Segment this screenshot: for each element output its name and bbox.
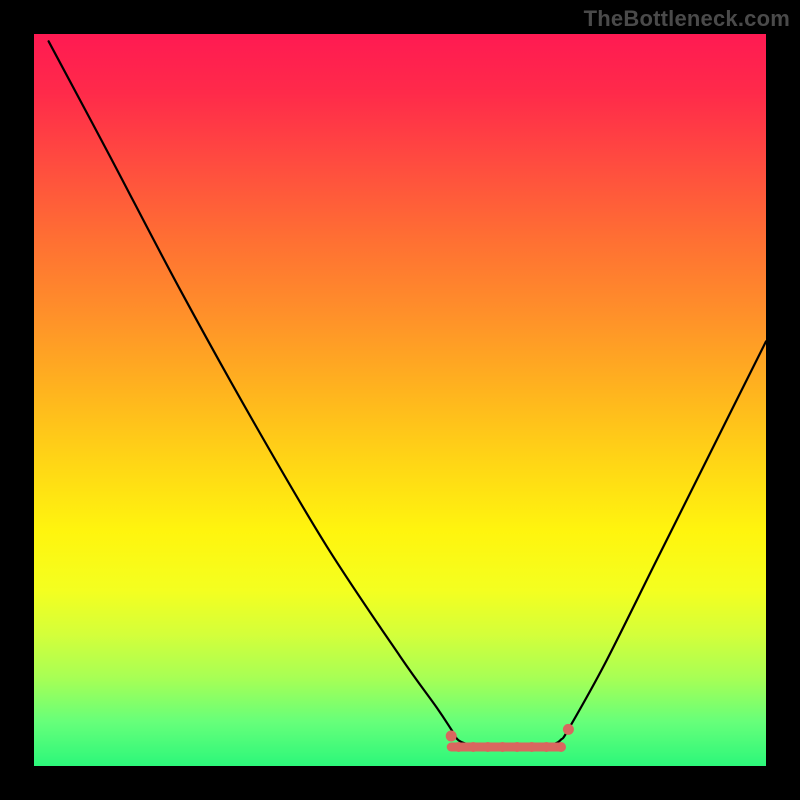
chart-frame: TheBottleneck.com	[0, 0, 800, 800]
watermark-text: TheBottleneck.com	[584, 6, 790, 32]
flat-region-dot	[541, 742, 551, 752]
flat-region-dot	[454, 742, 464, 752]
curve-end-marker-right	[563, 724, 574, 735]
flat-region-dot	[483, 742, 493, 752]
flat-region-dot	[527, 742, 537, 752]
flat-region-dot	[512, 742, 522, 752]
flat-region-dot	[556, 742, 566, 752]
curve-end-marker-left	[446, 731, 457, 742]
plot-area	[34, 34, 766, 766]
flat-region-markers	[451, 742, 566, 752]
curve-layer	[34, 34, 766, 766]
bottleneck-curve	[49, 41, 766, 748]
flat-region-dot	[468, 742, 478, 752]
flat-region-dot	[498, 742, 508, 752]
